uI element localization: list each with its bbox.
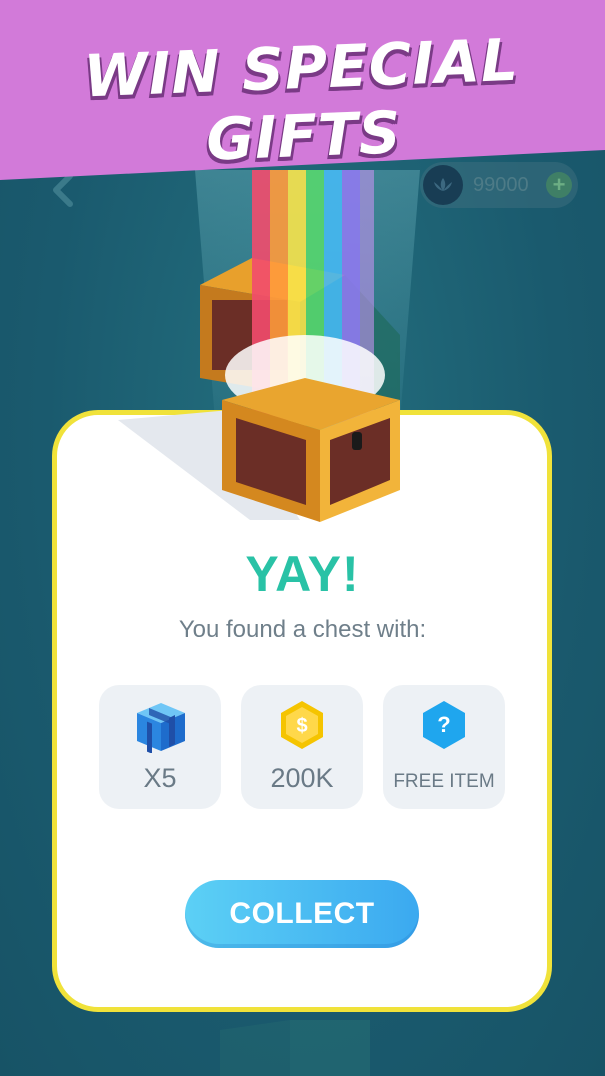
reward-label: X5 [143,763,177,793]
reward-tile-gifts: X5 [99,685,221,809]
gift-box-icon [137,703,185,753]
coin-icon: $ [281,701,323,749]
dialog-heading: YAY! [245,546,360,602]
svg-text:$: $ [296,715,307,737]
reward-tile-coins: $ 200K [241,685,363,809]
collect-button[interactable]: COLLECT [185,880,419,948]
reward-label: FREE ITEM [393,771,495,792]
dialog-subtitle: You found a chest with: [178,616,427,643]
reward-label: 200K [270,763,334,793]
reward-tile-free-item: ? FREE ITEM [383,685,505,809]
svg-text:?: ? [437,712,450,737]
question-icon: ? [423,701,465,749]
